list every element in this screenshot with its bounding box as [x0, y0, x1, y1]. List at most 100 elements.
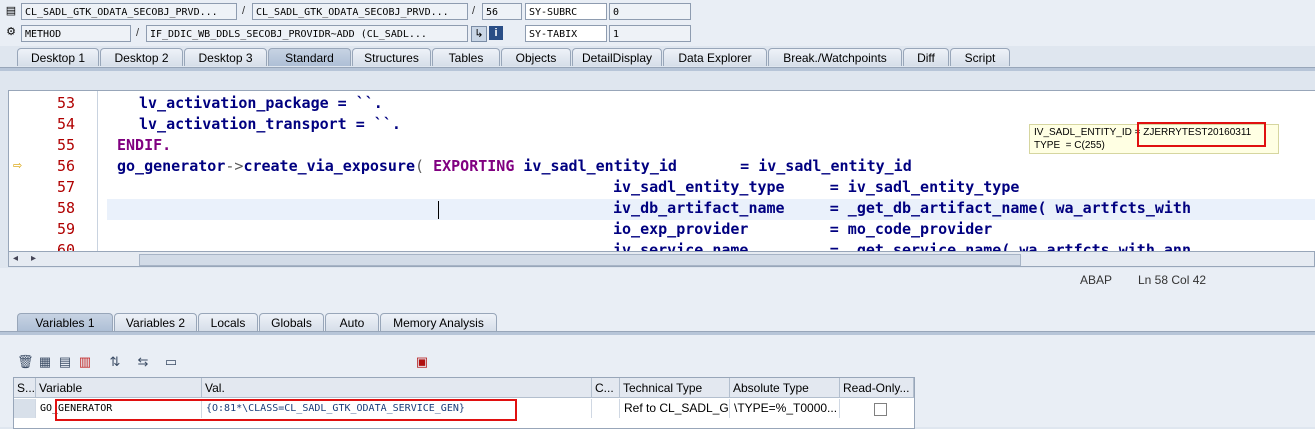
tab-diff[interactable]: Diff [903, 48, 949, 66]
delete-icon[interactable]: 🗑 [17, 354, 34, 370]
tab-detaildisplay[interactable]: DetailDisplay [572, 48, 662, 66]
source-code-editor[interactable]: ⇨ 53 54 55 56 57 58 59 60 lv_activation_… [8, 90, 1315, 253]
line-number: 55 [56, 136, 75, 154]
sysvar2-value-field[interactable]: 1 [609, 25, 691, 42]
tab-globals[interactable]: Globals [259, 313, 324, 331]
line-number: 59 [56, 220, 75, 238]
code-token: lv_activation_transport [139, 115, 347, 133]
editor-horizontal-scrollbar[interactable]: ◂ ▸ [8, 251, 1315, 267]
column-header-variable[interactable]: Variable [36, 378, 202, 398]
absolute-type-cell[interactable]: \TYPE=%_T0000... [730, 399, 840, 418]
read-only-checkbox[interactable] [874, 403, 887, 416]
code-token: iv_sadl_entity_id [514, 157, 677, 175]
tab-variables-2[interactable]: Variables 2 [114, 313, 197, 331]
column-header-absolute-type[interactable]: Absolute Type [730, 378, 840, 398]
tab-auto[interactable]: Auto [325, 313, 379, 331]
program-icon: ▤ [5, 5, 17, 17]
code-token: = _get_db_artifact_name( wa_artfcts_with [784, 199, 1191, 217]
tab-structures[interactable]: Structures [352, 48, 431, 66]
code-token: iv_sadl_entity_type [613, 178, 785, 196]
layout-icon[interactable]: ▦ [37, 354, 53, 370]
separator: / [472, 5, 476, 17]
code-line-55: ENDIF. [117, 136, 171, 154]
code-line-53: lv_activation_package = ``. [139, 94, 383, 112]
code-token: create_via_exposure [243, 157, 416, 175]
tab-break-watchpoints[interactable]: Break./Watchpoints [768, 48, 902, 66]
line-number: 57 [56, 178, 75, 196]
tab-memory-analysis[interactable]: Memory Analysis [380, 313, 497, 331]
column-header-value[interactable]: Val. [202, 378, 592, 398]
scroll-right-icon[interactable]: ▸ [31, 252, 36, 266]
current-line-arrow-icon: ⇨ [13, 160, 23, 172]
event-field[interactable]: IF_DDIC_WB_DDLS_SECOBJ_PROVIDR~ADD (CL_S… [146, 25, 468, 42]
split-icon[interactable]: ⇅ [107, 354, 123, 370]
code-token: go_generator [117, 157, 226, 175]
info-icon[interactable]: i [489, 26, 503, 40]
tab-locals[interactable]: Locals [198, 313, 258, 331]
save-variables-icon[interactable]: ▤ [57, 354, 73, 370]
code-token: iv_db_artifact_name [613, 199, 785, 217]
folder-icon[interactable]: ▭ [163, 354, 179, 370]
code-line-57: iv_sadl_entity_type = iv_sadl_entity_typ… [613, 178, 1019, 196]
method-icon: ⚙ [6, 26, 16, 38]
tab-desktop-3[interactable]: Desktop 3 [184, 48, 267, 66]
sysvar2-name-field[interactable]: SY-TABIX [525, 25, 607, 42]
technical-type-cell[interactable]: Ref to CL_SADL_G... [620, 399, 730, 418]
variables-tabstrip: Variables 1 Variables 2 Locals Globals A… [0, 313, 1315, 332]
tabstrip-divider [0, 67, 1315, 71]
separator: / [136, 27, 140, 39]
delete-variable-icon[interactable]: ▥ [77, 354, 93, 370]
scroll-left-icon[interactable]: ◂ [13, 252, 18, 266]
debugger-header: ▤ CL_SADL_GTK_ODATA_SECOBJ_PRVD... / CL_… [0, 0, 1315, 46]
line-field[interactable]: 56 [482, 3, 522, 20]
value-tooltip: IV_SADL_ENTITY_ID = ZJERRYTEST20160311 TY… [1029, 124, 1279, 154]
sysvar1-name-field[interactable]: SY-SUBRC [525, 3, 607, 20]
code-token: = iv_sadl_entity_id [676, 157, 912, 175]
code-line-59: io_exp_provider = mo_code_provider [613, 220, 992, 238]
code-keyword: ENDIF. [117, 136, 172, 154]
column-header-read-only[interactable]: Read-Only... [840, 378, 914, 398]
code-token: = iv_sadl_entity_type [784, 178, 1020, 196]
line-number: 56 [56, 157, 75, 175]
row-selector[interactable] [14, 399, 36, 418]
code-line-58: iv_db_artifact_name = _get_db_artifact_n… [613, 199, 1191, 217]
line-number: 53 [56, 94, 75, 112]
column-header-technical-type[interactable]: Technical Type [620, 378, 730, 398]
tab-variables-1[interactable]: Variables 1 [17, 313, 113, 331]
code-token: lv_activation_package [139, 94, 329, 112]
tab-desktop-1[interactable]: Desktop 1 [17, 48, 99, 66]
swap-icon[interactable]: ⇆ [135, 354, 151, 370]
code-token: = ``. [328, 94, 383, 112]
sysvar1-value-field[interactable]: 0 [609, 3, 691, 20]
text-cursor [438, 201, 439, 219]
tab-script[interactable]: Script [950, 48, 1010, 66]
scrollbar-thumb[interactable] [139, 254, 1021, 266]
separator: / [242, 5, 246, 17]
desktop-tabstrip: Desktop 1 Desktop 2 Desktop 3 Standard S… [0, 48, 1315, 68]
code-token: = ``. [346, 115, 401, 133]
tab-desktop-2[interactable]: Desktop 2 [100, 48, 183, 66]
cursor-position: Ln 58 Col 42 [1138, 273, 1207, 287]
event-type-field[interactable]: METHOD [21, 25, 131, 42]
variables-table: S... Variable Val. C... Technical Type A… [13, 377, 915, 429]
navigate-icon[interactable]: ↳ [471, 26, 487, 42]
variable-value-cell[interactable]: {O:81*\CLASS=CL_SADL_GTK_ODATA_SERVICE_G… [202, 399, 592, 418]
tab-objects[interactable]: Objects [501, 48, 571, 66]
tab-tables[interactable]: Tables [432, 48, 500, 66]
code-operator: ( [415, 157, 434, 175]
variable-name-cell[interactable]: GO_GENERATOR [36, 399, 202, 418]
include-field[interactable]: CL_SADL_GTK_ODATA_SECOBJ_PRVD... [252, 3, 468, 20]
code-operator: -> [225, 157, 244, 175]
code-line-54: lv_activation_transport = ``. [139, 115, 401, 133]
line-number: 54 [56, 115, 75, 133]
tab-data-explorer[interactable]: Data Explorer [663, 48, 767, 66]
code-line-56: go_generator->create_via_exposure( EXPOR… [117, 157, 912, 175]
tab-standard[interactable]: Standard [268, 48, 351, 66]
program-field[interactable]: CL_SADL_GTK_ODATA_SECOBJ_PRVD... [21, 3, 237, 20]
column-header-change[interactable]: C... [592, 378, 620, 398]
tooltip-type-line: TYPE = C(255) [1034, 140, 1105, 151]
column-header-status[interactable]: S... [14, 378, 36, 398]
save-icon[interactable]: ▣ [414, 354, 430, 370]
code-token: io_exp_provider [613, 220, 749, 238]
language-indicator: ABAP [1080, 273, 1113, 287]
